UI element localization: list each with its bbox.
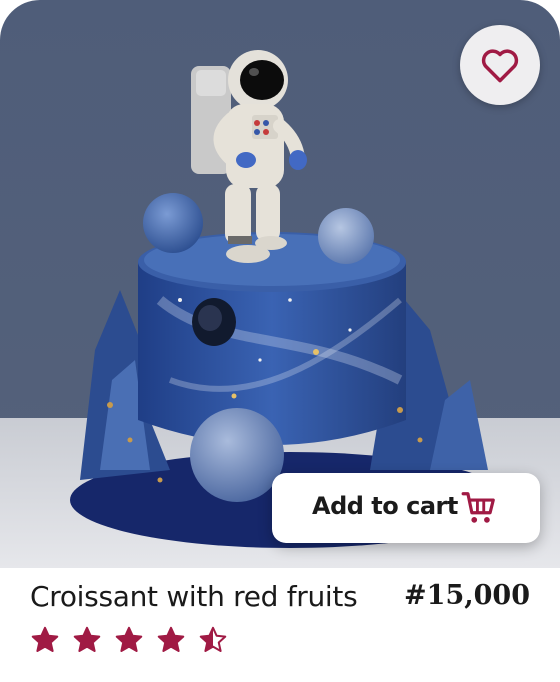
star-icon-4 [157,626,185,652]
product-card: Add to cart Croissant with red fruits #1… [0,0,560,682]
add-to-cart-button[interactable]: Add to cart [272,473,540,543]
shopping-cart-icon [460,489,498,527]
product-price: #15,000 [404,580,530,611]
star-icon-5 [199,626,227,652]
star-icon-1 [31,626,59,652]
star-rating [30,625,228,655]
heart-icon [478,43,522,87]
product-title: Croissant with red fruits [30,580,358,613]
star-icon-3 [115,626,143,652]
add-to-cart-label: Add to cart [312,492,458,520]
star-icon-2 [73,626,101,652]
favorite-button[interactable] [460,25,540,105]
